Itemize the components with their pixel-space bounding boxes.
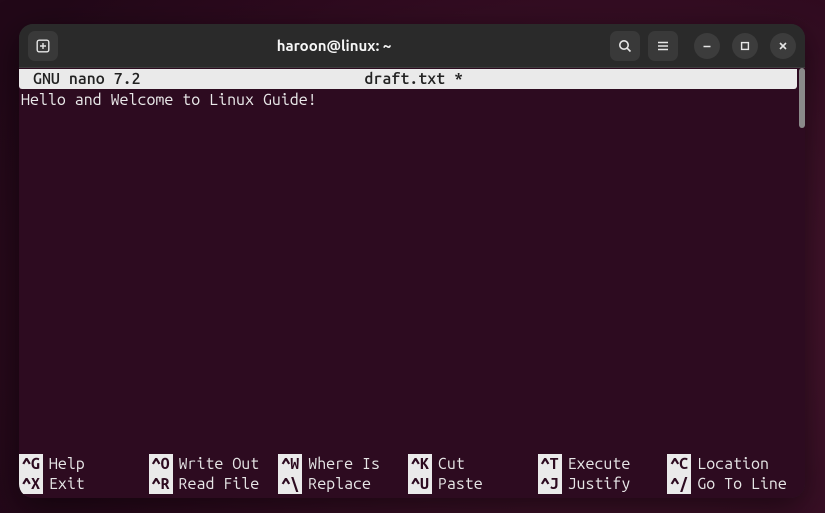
- titlebar: haroon@linux: ~: [19, 24, 805, 68]
- window-title: haroon@linux: ~: [66, 37, 602, 54]
- minimize-button[interactable]: [694, 33, 720, 59]
- nano-header: GNU nano 7.2 draft.txt *: [19, 69, 797, 89]
- close-button[interactable]: [770, 33, 796, 59]
- shortcut-gotoline: ^/Go To Line: [667, 474, 797, 494]
- scrollbar-thumb[interactable]: [799, 68, 805, 128]
- shortcut-cut: ^KCut: [408, 454, 538, 474]
- shortcut-row-2: ^XExit ^RRead File ^\Replace ^UPaste ^JJ…: [19, 474, 797, 494]
- menu-button[interactable]: [648, 31, 678, 61]
- shortcut-execute: ^TExecute: [538, 454, 668, 474]
- scrollbar[interactable]: [797, 68, 805, 498]
- shortcut-exit: ^XExit: [19, 474, 149, 494]
- shortcut-justify: ^JJustify: [538, 474, 668, 494]
- nano-shortcut-bar: ^GHelp ^OWrite Out ^WWhere Is ^KCut ^TEx…: [19, 454, 797, 498]
- shortcut-replace: ^\Replace: [278, 474, 408, 494]
- shortcut-help: ^GHelp: [19, 454, 149, 474]
- shortcut-readfile: ^RRead File: [149, 474, 279, 494]
- editor-text: Hello and Welcome to Linux Guide!: [21, 91, 317, 109]
- nano-editor[interactable]: Hello and Welcome to Linux Guide!: [19, 89, 797, 454]
- shortcut-whereis: ^WWhere Is: [278, 454, 408, 474]
- terminal-area[interactable]: GNU nano 7.2 draft.txt * Hello and Welco…: [19, 68, 805, 498]
- shortcut-row-1: ^GHelp ^OWrite Out ^WWhere Is ^KCut ^TEx…: [19, 454, 797, 474]
- shortcut-location: ^CLocation: [667, 454, 797, 474]
- search-button[interactable]: [610, 31, 640, 61]
- nano-filename: draft.txt *: [31, 69, 797, 89]
- shortcut-writeout: ^OWrite Out: [149, 454, 279, 474]
- maximize-button[interactable]: [732, 33, 758, 59]
- shortcut-paste: ^UPaste: [408, 474, 538, 494]
- terminal-window: haroon@linux: ~: [19, 24, 805, 498]
- new-tab-button[interactable]: [28, 31, 58, 61]
- window-controls: [694, 33, 796, 59]
